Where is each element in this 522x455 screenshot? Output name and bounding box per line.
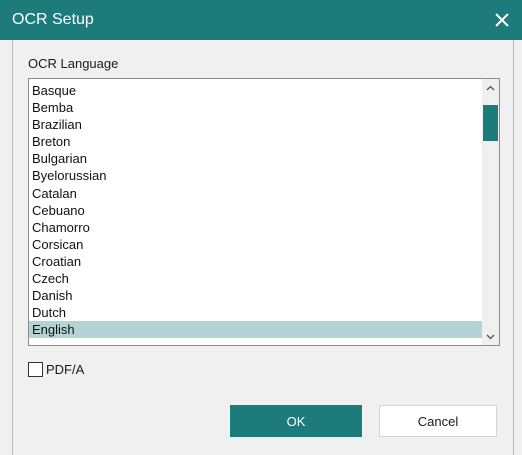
close-button[interactable] — [482, 0, 522, 40]
list-item[interactable]: Dutch — [29, 304, 489, 321]
scroll-down-button[interactable] — [482, 328, 499, 345]
scroll-up-button[interactable] — [482, 79, 499, 96]
list-item[interactable]: Breton — [29, 133, 489, 150]
list-item[interactable]: Czech — [29, 270, 489, 287]
pdfa-option[interactable]: PDF/A — [28, 361, 84, 377]
vertical-scrollbar[interactable] — [482, 79, 499, 345]
list-item[interactable]: Chamorro — [29, 219, 489, 236]
ocr-language-items: Basque Bemba Brazilian Breton Bulgarian Byelo… — [29, 82, 489, 339]
list-item[interactable]: Brazilian — [29, 116, 489, 133]
title-bar: OCR Setup — [0, 0, 522, 40]
list-item[interactable]: Bulgarian — [29, 150, 489, 167]
list-item[interactable]: Cebuano — [29, 202, 489, 219]
chevron-up-icon — [486, 85, 495, 90]
list-item[interactable]: Corsican — [29, 236, 489, 253]
chevron-down-icon — [486, 334, 495, 339]
ocr-language-label: OCR Language — [28, 56, 119, 71]
list-item[interactable]: Croatian — [29, 253, 489, 270]
cancel-button[interactable]: Cancel — [379, 405, 497, 437]
ok-button[interactable]: OK — [230, 405, 362, 437]
list-item[interactable]: Basque — [29, 82, 489, 99]
window-title: OCR Setup — [12, 11, 94, 28]
list-item[interactable]: Catalan — [29, 185, 489, 202]
close-icon — [495, 13, 509, 27]
pdfa-checkbox[interactable] — [28, 361, 43, 377]
pdfa-label: PDF/A — [46, 361, 85, 377]
ocr-setup-dialog: OCR Setup OCR Language Basque Bemba Brazil… — [0, 0, 522, 455]
list-item[interactable]: Bemba — [29, 99, 489, 116]
list-item[interactable]: Byelorussian — [29, 167, 489, 184]
list-item[interactable]: Danish — [29, 287, 489, 304]
list-item[interactable]: English — [29, 321, 489, 339]
ocr-language-listbox[interactable]: Basque Bemba Brazilian Breton Bulgarian Byelo… — [28, 78, 500, 346]
scroll-thumb[interactable] — [483, 105, 498, 141]
